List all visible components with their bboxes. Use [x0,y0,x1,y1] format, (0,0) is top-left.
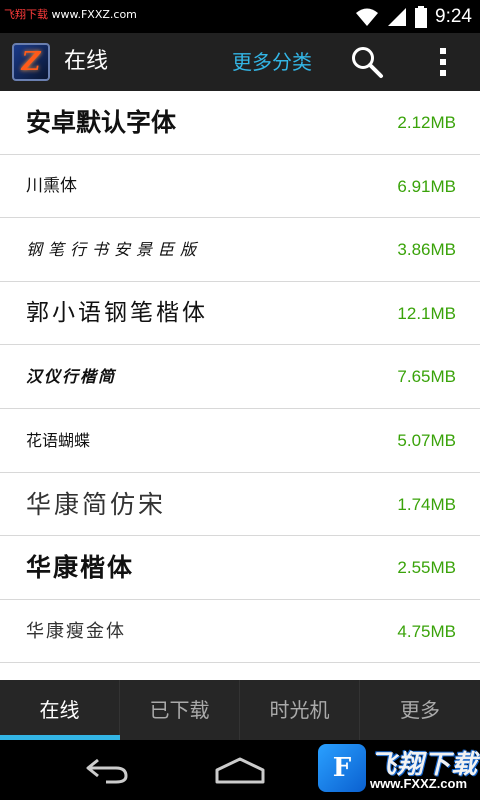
list-item[interactable]: 郭小语钢笔楷体 12.1MB [0,282,480,346]
list-item[interactable]: 钢笔行书安景臣版 3.86MB [0,218,480,282]
font-file-size: 6.91MB [397,176,456,196]
font-file-size: 2.12MB [397,113,456,132]
font-list: 安卓默认字体 2.12MB 川熏体 6.91MB 钢笔行书安景臣版 3.86MB… [0,91,480,680]
font-file-size: 7.65MB [397,367,456,387]
watermark-brand-url: www.FXXZ.com [370,776,468,791]
font-name: 川熏体 [26,175,77,196]
font-file-size: 12.1MB [397,303,456,323]
font-file-size: 4.75MB [397,621,456,641]
action-bar: Z 在线 更多分类 [0,33,480,91]
list-item[interactable]: 汉仪行楷简 7.65MB [0,345,480,409]
tab-online[interactable]: 在线 [0,680,120,740]
tab-more[interactable]: 更多 [360,680,480,740]
app-icon[interactable]: Z [12,43,50,81]
font-name: 汉仪行楷简 [26,367,117,387]
bottom-tab-bar: 在线 已下载 时光机 更多 [0,680,480,740]
watermark-top: 飞翔下载 www.FXXZ.com [4,6,137,22]
font-name: 安卓默认字体 [26,108,177,137]
search-icon[interactable] [350,45,384,79]
status-bar: 飞翔下载 www.FXXZ.com 9:24 [0,0,480,33]
battery-icon [415,5,428,28]
tab-downloaded[interactable]: 已下载 [120,680,240,740]
watermark-badge: F 飞翔下载 www.FXXZ.com [312,740,478,798]
list-item[interactable]: 华康简仿宋 1.74MB [0,473,480,537]
home-icon[interactable] [214,756,266,784]
status-icons: 9:24 [355,0,472,33]
font-name: 郭小语钢笔楷体 [26,299,208,326]
font-file-size: 5.07MB [397,430,456,450]
watermark-prefix: 飞翔下载 [4,8,48,21]
list-item[interactable]: 华康楷体 2.55MB [0,536,480,600]
font-name: 花语蝴蝶 [26,430,91,450]
font-name: 华康楷体 [26,553,135,583]
font-file-size: 2.55MB [397,558,456,578]
back-icon[interactable] [84,754,130,786]
list-item[interactable]: 花语蝴蝶 5.07MB [0,409,480,473]
watermark-logo: F [318,744,366,792]
overflow-menu-icon[interactable] [432,45,454,79]
font-file-size: 1.74MB [397,494,456,514]
font-name: 钢笔行书安景臣版 [26,240,203,260]
list-item[interactable]: 安卓默认字体 2.12MB [0,91,480,155]
list-item[interactable]: 川熏体 6.91MB [0,155,480,219]
app-icon-letter: Z [21,47,41,77]
signal-icon [388,7,407,26]
status-time: 9:24 [435,5,472,27]
font-name: 华康瘦金体 [26,620,126,642]
watermark-url: www.FXXZ.com [48,8,137,21]
font-name: 华康简仿宋 [26,489,167,519]
font-file-size: 3.86MB [397,240,456,260]
page-title: 在线 [64,49,109,74]
more-categories-button[interactable]: 更多分类 [232,33,312,91]
tab-time-machine[interactable]: 时光机 [240,680,360,740]
list-item[interactable]: 华康瘦金体 4.75MB [0,600,480,664]
wifi-icon [356,8,379,26]
